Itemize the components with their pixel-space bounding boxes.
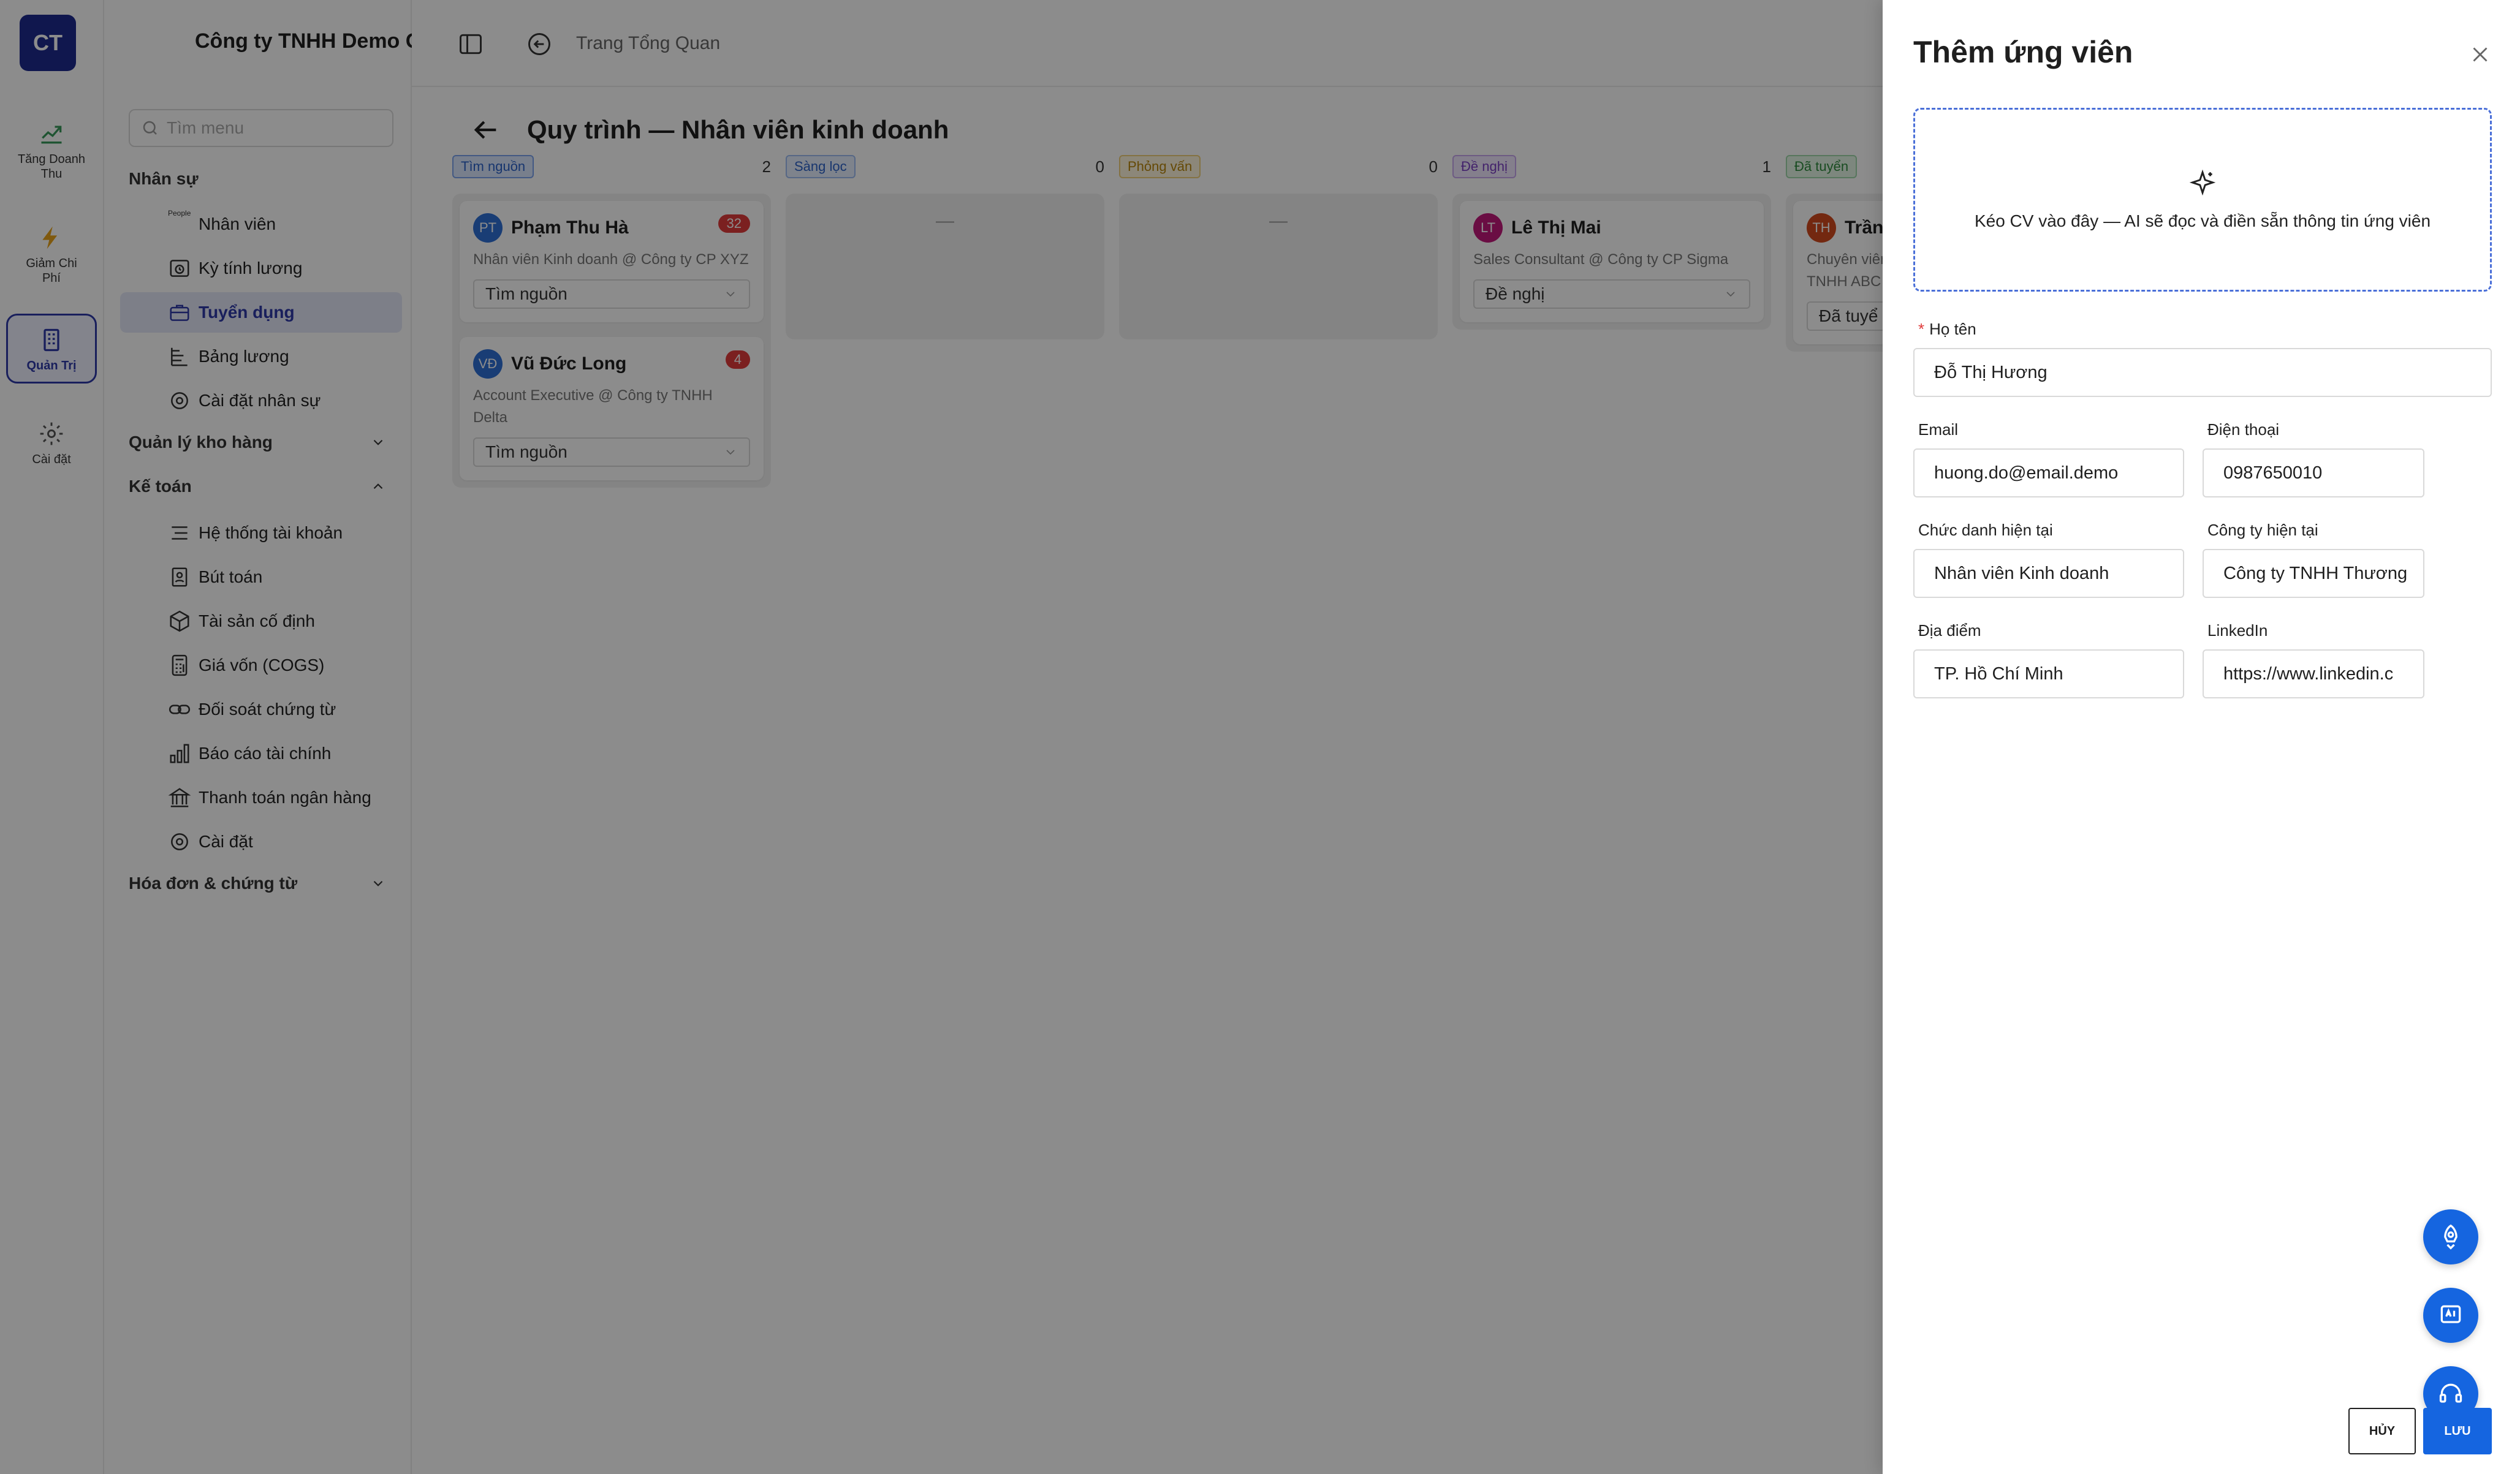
location-label: Địa điểm [1918,621,1981,640]
ai-assistant-fab[interactable] [2423,1288,2478,1343]
company-label: Công ty hiện tại [2207,521,2318,539]
dropzone-text: Kéo CV vào đây — AI sẽ đọc và điền sẵn t… [1974,211,2431,230]
app-root: CT Tăng Doanh Thu Giảm Chi Phí Quản Trị … [0,0,2520,1474]
cancel-button[interactable]: HỦY [2348,1408,2416,1454]
sparkle-icon [2189,169,2216,196]
phone-field[interactable]: 0987650010 [2203,448,2424,497]
close-icon[interactable] [2467,42,2493,67]
linkedin-label: LinkedIn [2207,621,2268,640]
linkedin-field[interactable]: https://www.linkedin.c [2203,649,2424,698]
modal-overlay[interactable] [0,0,1883,1474]
full-name-label: * Họ tên [1918,320,1976,338]
job-title-label: Chức danh hiện tại [1918,521,2053,539]
location-field[interactable]: TP. Hồ Chí Minh [1913,649,2184,698]
add-candidate-drawer: Thêm ứng viên Kéo CV vào đây — AI sẽ đọc… [1883,0,2520,1474]
cv-dropzone[interactable]: Kéo CV vào đây — AI sẽ đọc và điền sẵn t… [1913,108,2492,292]
email-field[interactable]: huong.do@email.demo [1913,448,2184,497]
save-button[interactable]: LƯU [2423,1408,2492,1454]
notification-fab[interactable] [2423,1209,2478,1264]
full-name-field[interactable]: Đỗ Thị Hương [1913,348,2492,397]
job-title-field[interactable]: Nhân viên Kinh doanh [1913,549,2184,598]
drawer-title: Thêm ứng viên [1913,35,2133,69]
required-mark: * [1918,320,1925,338]
headset-icon [2439,1383,2462,1403]
ai-chat-icon [2440,1305,2461,1323]
email-label: Email [1918,420,1959,439]
company-field[interactable]: Công ty TNHH Thương [2203,549,2424,598]
phone-label: Điện thoại [2207,420,2280,439]
rocket-icon [2444,1224,2457,1250]
